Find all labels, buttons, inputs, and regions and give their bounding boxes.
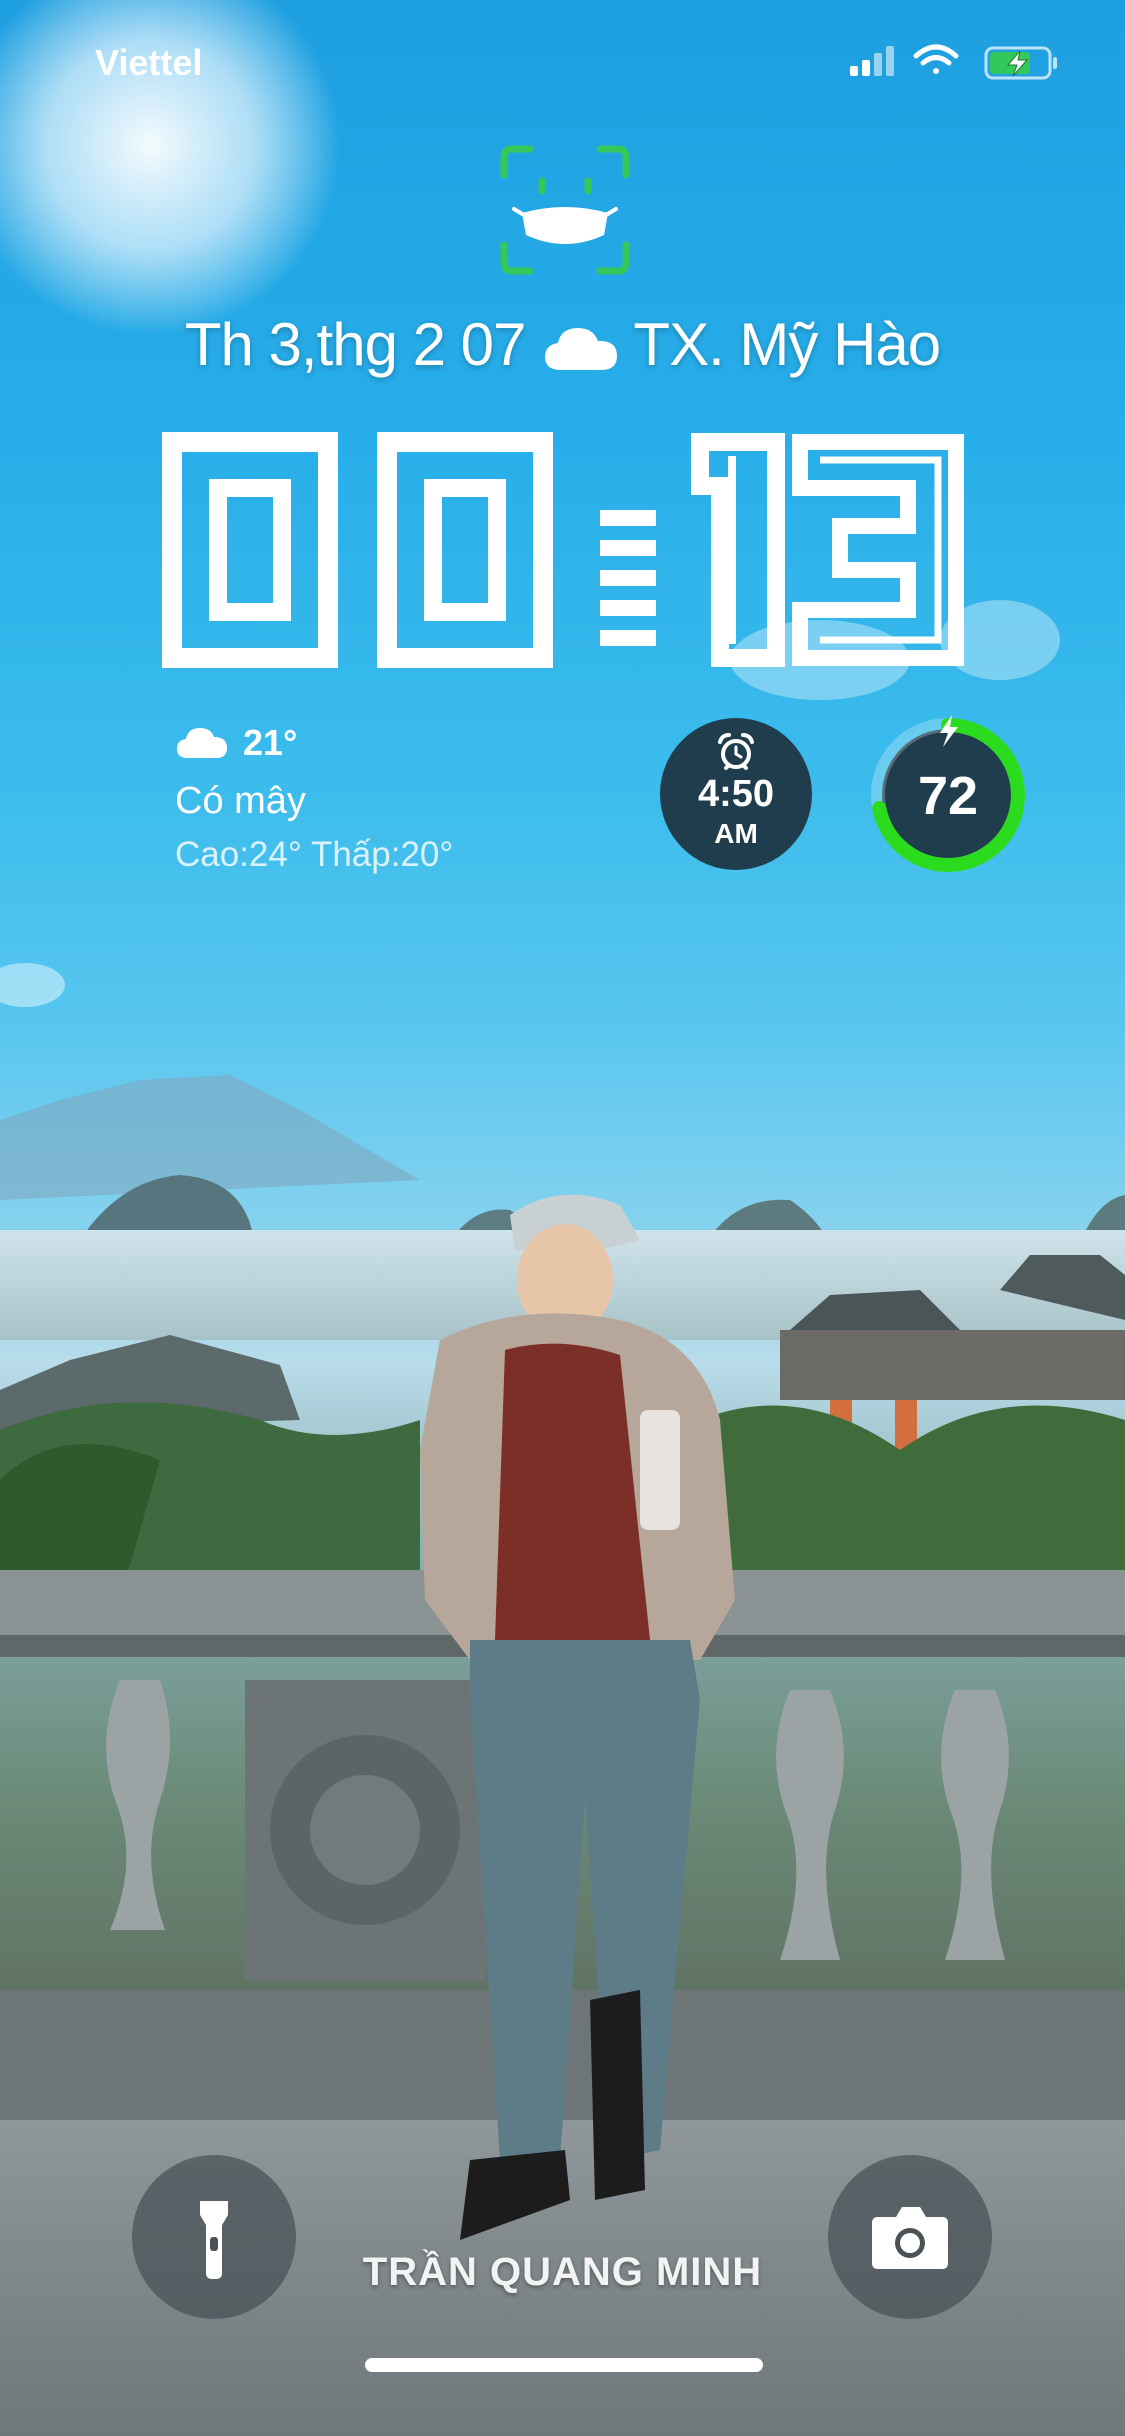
status-icons [850, 44, 1057, 80]
face-id-mask-icon [500, 145, 630, 275]
status-bar: Viettel [0, 0, 1125, 130]
clock-digit-hour-tens [162, 432, 338, 668]
clock-digit-minute-ones [792, 434, 964, 666]
home-indicator[interactable] [365, 2358, 763, 2372]
weather-condition: Có mây [175, 780, 306, 822]
battery-charging-icon [984, 46, 1057, 80]
weather-widget[interactable]: 21° Có mây Cao:24° Thấp:20° [175, 718, 575, 875]
weather-high-low: Cao:24° Thấp:20° [175, 835, 454, 874]
cloud-icon [177, 728, 227, 758]
clock-colon [600, 510, 656, 646]
wifi-icon [913, 44, 959, 74]
battery-percentage: 72 [917, 766, 979, 826]
alarm-period: AM [714, 818, 758, 849]
alarm-time: 4:50 [697, 773, 775, 815]
weather-temperature: 21° [243, 722, 298, 763]
location-text: TX. Mỹ Hào [633, 311, 941, 378]
alarm-widget[interactable]: 4:50 AM [660, 718, 812, 870]
date-text: Th 3,thg 2 07 [184, 311, 527, 378]
battery-widget[interactable]: 72 [868, 715, 1028, 875]
cellular-signal-icon [850, 46, 894, 76]
cloud-icon [545, 328, 618, 371]
date-weather-line: Th 3,thg 2 07 TX. Mỹ Hào [0, 310, 1125, 379]
owner-name-text: TRẦN QUANG MINH [362, 2250, 763, 2294]
lock-screen-clock[interactable] [160, 430, 970, 670]
clock-digit-hour-ones [377, 432, 553, 668]
carrier-name: Viettel [95, 42, 203, 83]
alarm-clock-icon [718, 733, 754, 770]
clock-digit-minute-tens [691, 433, 785, 667]
weather-temp-row: 21° [175, 718, 575, 768]
